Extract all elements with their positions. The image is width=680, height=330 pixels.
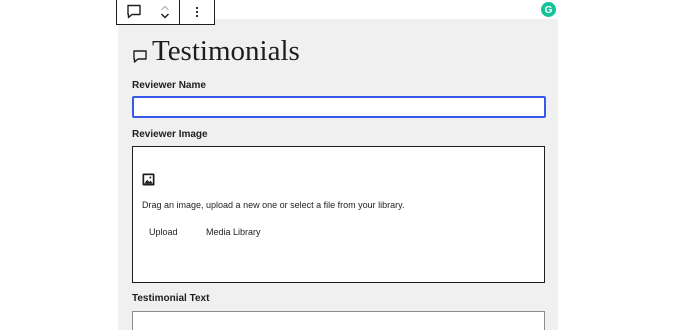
block-title: Testimonials [132, 34, 300, 68]
upload-button[interactable]: Upload [149, 227, 178, 237]
block-toolbar [116, 0, 215, 25]
page-title: Testimonials [152, 35, 300, 67]
editor-canvas: G Testimonials Reviewer Name Reviewer Im… [0, 0, 680, 330]
chevron-up-icon[interactable] [160, 5, 170, 11]
comment-bubble-icon [133, 50, 147, 63]
reviewer-name-input[interactable] [132, 96, 546, 118]
image-instructions: Drag an image, upload a new one or selec… [142, 200, 405, 210]
grammarly-g-icon: G [545, 5, 553, 15]
media-library-button[interactable]: Media Library [206, 227, 261, 237]
block-options-button[interactable] [180, 0, 214, 24]
testimonial-text-label: Testimonial Text [132, 293, 210, 304]
image-placeholder[interactable]: Drag an image, upload a new one or selec… [132, 146, 545, 283]
grammarly-icon[interactable]: G [541, 2, 556, 17]
image-icon [142, 173, 155, 186]
comment-bubble-icon [127, 4, 141, 19]
chevron-down-icon[interactable] [160, 13, 170, 19]
block-movers [151, 0, 179, 24]
reviewer-image-label: Reviewer Image [132, 129, 208, 140]
svg-text:G: G [545, 5, 553, 15]
vertical-ellipsis-icon [195, 6, 199, 17]
testimonial-text-input[interactable] [132, 311, 545, 330]
reviewer-name-label: Reviewer Name [132, 80, 206, 91]
block-type-button[interactable] [117, 0, 151, 24]
